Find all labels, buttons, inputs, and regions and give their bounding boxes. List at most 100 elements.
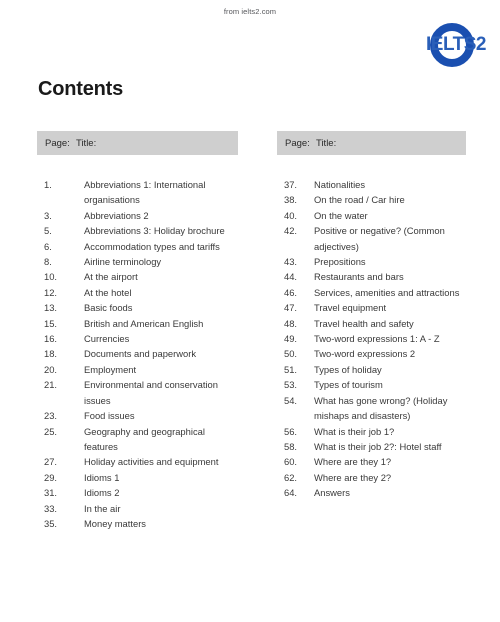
toc-entry-page-number: 25.: [44, 425, 58, 437]
toc-entry[interactable]: 49. Two-word expressions 1: A - Z: [277, 331, 466, 346]
toc-entry-title: Idioms 2: [84, 487, 120, 499]
toc-entry-page-number: 6.: [44, 240, 52, 252]
toc-entry[interactable]: 13. Basic foods: [37, 300, 238, 315]
toc-entry[interactable]: 38. On the road / Car hire: [277, 192, 466, 207]
toc-entry[interactable]: 35. Money matters: [37, 516, 238, 531]
toc-entry-page-number: 21.: [44, 379, 58, 391]
toc-entry-title: Travel health and safety: [314, 317, 414, 329]
toc-entry-page-number: 50.: [284, 348, 298, 360]
toc-entry[interactable]: 27. Holiday activities and equipment: [37, 454, 238, 469]
toc-entry-title: Abbreviations 1: International organisat…: [84, 179, 206, 206]
toc-entry[interactable]: 58. What is their job 2?: Hotel staff: [277, 439, 466, 454]
toc-entry[interactable]: 29. Idioms 1: [37, 470, 238, 485]
toc-entry[interactable]: 37. Nationalities: [277, 177, 466, 192]
toc-entry-page-number: 44.: [284, 271, 298, 283]
logo-wordmark: IELTS2: [426, 34, 487, 55]
toc-entry[interactable]: 40. On the water: [277, 208, 466, 223]
toc-entry-page-number: 15.: [44, 317, 58, 329]
toc-entry[interactable]: 46. Services, amenities and attractions: [277, 285, 466, 300]
toc-entry-title: Environmental and conservation issues: [84, 379, 218, 406]
toc-entry[interactable]: 21. Environmental and conservation issues: [37, 377, 238, 408]
toc-entry[interactable]: 60. Where are they 1?: [277, 454, 466, 469]
toc-entry[interactable]: 31. Idioms 2: [37, 485, 238, 500]
toc-entry[interactable]: 48. Travel health and safety: [277, 316, 466, 331]
toc-entry-title: Food issues: [84, 410, 135, 422]
column-header-title-label: Title:: [316, 137, 337, 149]
toc-entry[interactable]: 23. Food issues: [37, 408, 238, 423]
toc-entry-page-number: 38.: [284, 194, 298, 206]
toc-entry-title: Where are they 1?: [314, 456, 392, 468]
toc-entry[interactable]: 12. At the hotel: [37, 285, 238, 300]
toc-entry[interactable]: 20. Employment: [37, 362, 238, 377]
toc-entry-page-number: 53.: [284, 379, 298, 391]
toc-entry-title: Money matters: [84, 517, 146, 529]
toc-entry-page-number: 51.: [284, 363, 298, 375]
toc-entry[interactable]: 50. Two-word expressions 2: [277, 346, 466, 361]
toc-entry-title: Types of tourism: [314, 379, 383, 391]
toc-column-right: Page: Title: 37. Nationalities 38. On the r…: [277, 131, 466, 501]
toc-entry[interactable]: 3. Abbreviations 2: [37, 208, 238, 223]
toc-entry[interactable]: 54. What has gone wrong? (Holiday mishaps…: [277, 393, 466, 424]
toc-entry-page-number: 10.: [44, 271, 58, 283]
toc-entry-title: Basic foods: [84, 302, 133, 314]
toc-entry-page-number: 13.: [44, 302, 58, 314]
toc-entry[interactable]: 62. Where are they 2?: [277, 470, 466, 485]
toc-entry-title: Airline terminology: [84, 256, 162, 268]
toc-entry-title: Abbreviations 3: Holiday brochure: [84, 225, 225, 237]
toc-entry-title: Nationalities: [314, 179, 366, 190]
toc-entry[interactable]: 15. British and American English: [37, 316, 238, 331]
toc-entry-page-number: 48.: [284, 317, 298, 329]
toc-entry[interactable]: 51. Types of holiday: [277, 362, 466, 377]
column-header-page-label: Page:: [45, 137, 70, 149]
toc-entry-page-number: 3.: [44, 209, 52, 221]
toc-entry[interactable]: 6. Accommodation types and tariffs: [37, 239, 238, 254]
toc-entry-page-number: 40.: [284, 209, 298, 221]
toc-entry[interactable]: 10. At the airport: [37, 269, 238, 284]
toc-entry-page-number: 16.: [44, 333, 58, 345]
toc-entry[interactable]: 8. Airline terminology: [37, 254, 238, 269]
toc-entry[interactable]: 16. Currencies: [37, 331, 238, 346]
toc-entry-page-number: 35.: [44, 517, 58, 529]
toc-entry-page-number: 58.: [284, 440, 298, 452]
source-attribution: from ielts2.com: [223, 7, 277, 16]
toc-entry-page-number: 31.: [44, 487, 58, 499]
toc-entry-page-number: 27.: [44, 456, 58, 468]
toc-entry[interactable]: 44. Restaurants and bars: [277, 269, 466, 284]
toc-entry-title: Types of holiday: [314, 363, 382, 375]
toc-entry-page-number: 62.: [284, 471, 298, 483]
toc-entry-page-number: 64.: [284, 487, 298, 499]
toc-entry[interactable]: 64. Answers: [277, 485, 466, 500]
page-title: Contents: [38, 78, 124, 100]
toc-entry-page-number: 20.: [44, 363, 58, 375]
toc-entry[interactable]: 1. Abbreviations 1: International organis…: [37, 177, 238, 208]
toc-entry[interactable]: 43. Prepositions: [277, 254, 466, 269]
toc-entry-page-number: 43.: [284, 256, 298, 268]
ielts2-logo: IELTS2: [408, 20, 494, 82]
toc-entry[interactable]: 47. Travel equipment: [277, 300, 466, 315]
toc-entry[interactable]: 5. Abbreviations 3: Holiday brochure: [37, 223, 238, 238]
toc-entry-title: Restaurants and bars: [314, 271, 404, 283]
toc-entry[interactable]: 18. Documents and paperwork: [37, 346, 238, 361]
column-header-page-label: Page:: [285, 137, 310, 149]
toc-entry-title: Documents and paperwork: [84, 348, 197, 360]
toc-list-left: 1. Abbreviations 1: International organis…: [37, 177, 238, 531]
toc-entry-title: Positive or negative? (Common adjectives…: [314, 225, 445, 252]
toc-entry-page-number: 8.: [44, 256, 52, 268]
toc-entry-title: Abbreviations 2: [84, 209, 149, 221]
toc-entry-title: What is their job 1?: [314, 425, 395, 437]
toc-entry[interactable]: 56. What is their job 1?: [277, 424, 466, 439]
toc-entry-title: At the airport: [84, 271, 138, 283]
toc-list-right: 37. Nationalities 38. On the road / Car hir…: [277, 177, 466, 501]
toc-entry[interactable]: 53. Types of tourism: [277, 377, 466, 392]
toc-entry[interactable]: 42. Positive or negative? (Common adjecti…: [277, 223, 466, 254]
toc-entry-page-number: 12.: [44, 286, 58, 298]
toc-entry-title: Travel equipment: [314, 302, 387, 314]
toc-column-right-header: Page: Title:: [277, 131, 466, 155]
column-header-title-label: Title:: [76, 137, 97, 149]
toc-entry-title: What is their job 2?: Hotel staff: [314, 440, 442, 452]
toc-entry-page-number: 18.: [44, 348, 58, 360]
toc-entry-title: What has gone wrong? (Holiday mishaps an…: [314, 394, 448, 422]
toc-entry[interactable]: 33. In the air: [37, 501, 238, 516]
toc-entry-title: Employment: [84, 363, 137, 375]
toc-entry[interactable]: 25. Geography and geographical features: [37, 424, 238, 455]
